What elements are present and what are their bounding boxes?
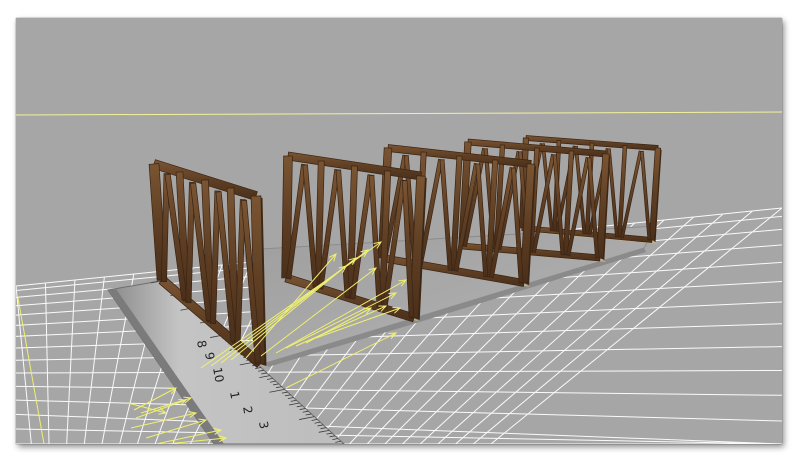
viewport-canvas[interactable]: 8 9 10 1 2 3 <box>16 18 782 444</box>
viewport-background <box>16 18 782 444</box>
ruler-number: 10 <box>210 366 226 383</box>
3d-viewport[interactable]: 8 9 10 1 2 3 <box>16 18 782 444</box>
